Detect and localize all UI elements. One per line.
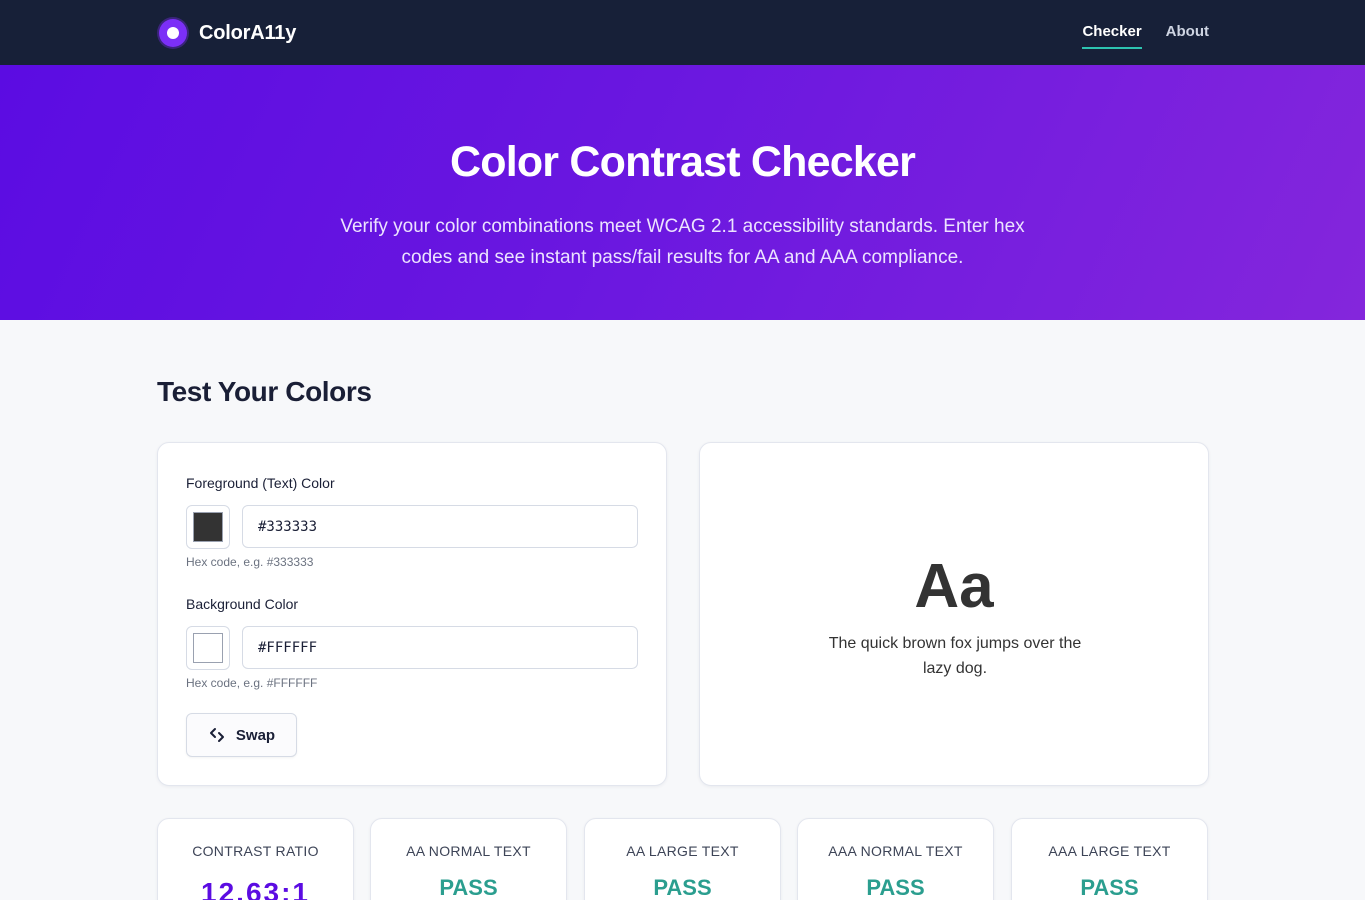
- result-label: AAA LARGE TEXT: [1048, 843, 1171, 859]
- foreground-label: Foreground (Text) Color: [186, 475, 335, 491]
- result-status: PASS: [653, 875, 712, 900]
- result-label: AAA NORMAL TEXT: [828, 843, 963, 859]
- page-title: Color Contrast Checker: [449, 138, 916, 186]
- foreground-hex-input[interactable]: [242, 505, 638, 548]
- contrast-ratio-value: 12.63:1: [201, 877, 310, 900]
- brand-name: ColorA11y: [199, 21, 297, 44]
- result-status: PASS: [866, 875, 925, 900]
- brand[interactable]: ColorA11y: [159, 19, 296, 47]
- hero-banner: Color Contrast Checker Verify your color…: [0, 65, 1365, 320]
- swap-label: Swap: [235, 726, 276, 744]
- result-status: PASS: [439, 875, 498, 900]
- background-hex-input[interactable]: [242, 626, 638, 669]
- result-aaa-normal: AAA NORMAL TEXT PASS: [797, 818, 994, 900]
- result-label: AA LARGE TEXT: [626, 843, 739, 859]
- result-aa-large: AA LARGE TEXT PASS: [584, 818, 781, 900]
- background-hint: Hex code, e.g. #FFFFFF: [186, 676, 318, 690]
- foreground-swatch: [193, 512, 223, 542]
- swap-button[interactable]: Swap: [186, 713, 297, 757]
- background-label: Background Color: [186, 596, 299, 612]
- hero-subtitle: Verify your color combinations meet WCAG…: [340, 216, 1025, 268]
- color-input-card: Foreground (Text) Color Hex code, e.g. #…: [157, 442, 667, 786]
- foreground-hint: Hex code, e.g. #333333: [186, 555, 314, 569]
- top-nav: ColorA11y Checker About: [0, 0, 1365, 65]
- swap-icon: [209, 728, 224, 742]
- preview-sample: Aa: [914, 552, 994, 621]
- background-color-picker[interactable]: [186, 626, 230, 670]
- result-label: AA NORMAL TEXT: [406, 843, 531, 859]
- result-aaa-large: AAA LARGE TEXT PASS: [1011, 818, 1208, 900]
- logo-icon: [159, 19, 187, 47]
- nav-link-about[interactable]: About: [1166, 19, 1209, 46]
- nav-links: Checker About: [1082, 0, 1209, 65]
- nav-link-checker[interactable]: Checker: [1082, 19, 1142, 49]
- background-swatch: [193, 633, 223, 663]
- preview-card: Aa The quick brown fox jumps over the la…: [699, 442, 1209, 786]
- result-label: CONTRAST RATIO: [192, 843, 319, 859]
- result-aa-normal: AA NORMAL TEXT PASS: [370, 818, 567, 900]
- result-status: PASS: [1080, 875, 1139, 900]
- section-title: Test Your Colors: [157, 376, 372, 407]
- foreground-color-picker[interactable]: [186, 505, 230, 549]
- preview-text: The quick brown fox jumps over the lazy …: [828, 635, 1082, 677]
- result-contrast-ratio: CONTRAST RATIO 12.63:1: [157, 818, 354, 900]
